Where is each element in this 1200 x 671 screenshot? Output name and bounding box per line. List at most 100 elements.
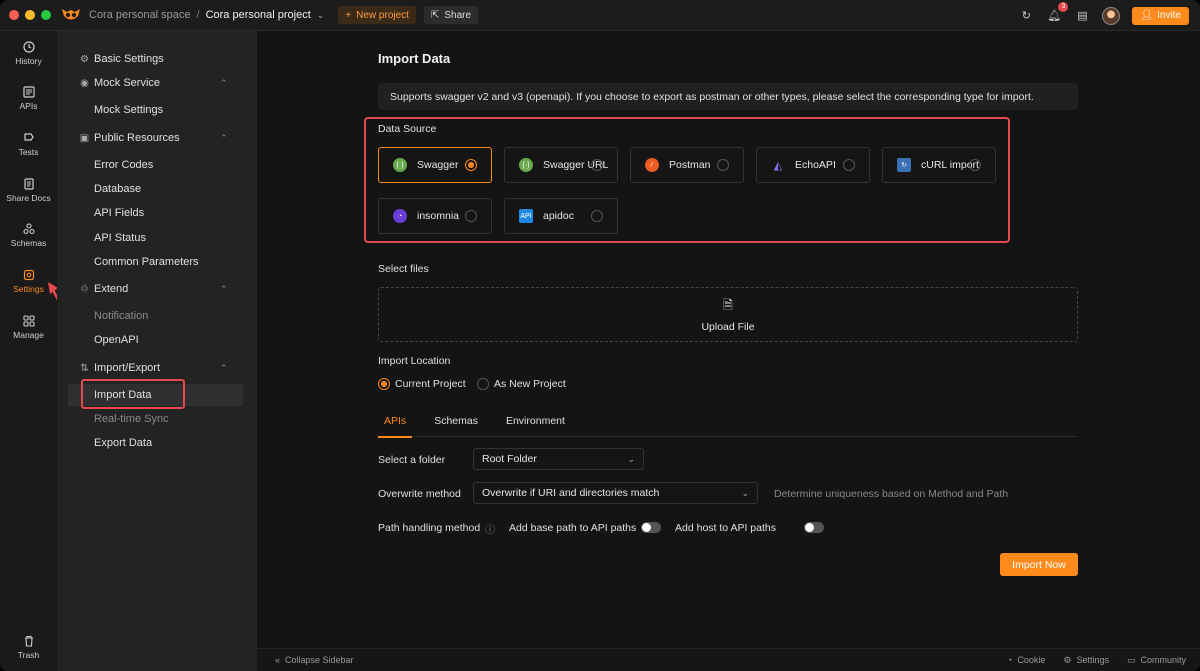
base-path-label: Add base path to API paths <box>509 522 637 534</box>
host-label: Add host to API paths <box>675 522 776 534</box>
host-toggle[interactable] <box>804 522 825 533</box>
cookie-button[interactable]: ◔ Cookie <box>1007 655 1045 665</box>
bell-icon[interactable]: 🔔︎ 3 <box>1046 1 1069 24</box>
nav-schemas[interactable]: Schemas <box>0 223 57 248</box>
sidebar-item-mock-settings[interactable]: Mock Settings <box>57 99 257 121</box>
nav-history[interactable]: History <box>0 41 57 66</box>
sidebar-group-public-resources[interactable]: ▣ Public Resources ⌃ <box>57 127 257 149</box>
radio-button[interactable] <box>843 159 855 171</box>
source-option-curl-import[interactable]: ↻ cURL import <box>882 147 996 183</box>
radio-button[interactable] <box>477 378 489 390</box>
chevron-up-icon: ⌃ <box>220 362 228 373</box>
source-name: Postman <box>669 159 711 171</box>
base-path-toggle[interactable] <box>641 522 661 533</box>
help-icon[interactable]: ⓘ <box>485 521 495 536</box>
tab-apis[interactable]: APIs <box>378 405 413 438</box>
nav-trash[interactable]: Trash <box>0 635 57 660</box>
sidebar-item-label: Notification <box>94 310 149 322</box>
location-new-project[interactable]: As New Project <box>477 378 566 390</box>
source-option-swagger-url[interactable]: {·} Swagger URL <box>504 147 618 183</box>
sidebar-item-openapi[interactable]: OpenAPI <box>57 329 257 351</box>
radio-button[interactable] <box>465 159 477 171</box>
tab-environment[interactable]: Environment <box>500 405 571 437</box>
sidebar-group-mock-service[interactable]: ◉ Mock Service ⌃ <box>57 72 257 94</box>
upload-dropzone[interactable]: 🗎︎ Upload File <box>378 287 1078 342</box>
echoapi-icon: ◭ <box>773 159 783 172</box>
workspace-breadcrumb[interactable]: Cora personal space <box>89 9 191 21</box>
maximize-window-button[interactable] <box>41 10 51 20</box>
overwrite-select[interactable]: Overwrite if URI and directories match ⌄ <box>473 482 758 504</box>
sidebar-item-label: Mock Service <box>94 77 161 89</box>
chat-icon: ▭ <box>1126 654 1136 665</box>
source-option-apidoc[interactable]: API apidoc <box>504 198 618 234</box>
radio-button[interactable] <box>717 159 729 171</box>
sidebar-item-realtime-sync[interactable]: Real-time Sync <box>57 408 257 430</box>
tab-schemas[interactable]: Schemas <box>428 405 484 437</box>
sidebar-item-error-codes[interactable]: Error Codes <box>57 154 257 176</box>
titlebar-actions: ↻ 🔔︎ 3 ▤ 👤︎ Invite <box>1018 0 1189 31</box>
radio-button[interactable] <box>591 210 603 222</box>
sidebar-group-extend[interactable]: ♲ Extend ⌃ <box>57 278 257 300</box>
sidebar-item-api-status[interactable]: API Status <box>57 227 257 249</box>
collapse-sidebar-button[interactable]: « Collapse Sidebar <box>275 655 354 665</box>
sidebar-group-import-export[interactable]: ⇅ Import/Export ⌃ <box>57 357 257 379</box>
nav-tests[interactable]: Tests <box>0 132 57 157</box>
source-option-echoapi[interactable]: ◭ EchoAPI <box>756 147 870 183</box>
api-icon <box>22 86 35 98</box>
sidebar-item-database[interactable]: Database <box>57 178 257 200</box>
trash-icon <box>24 635 33 647</box>
page-title: Import Data <box>378 51 451 66</box>
invite-label: Invite <box>1157 10 1181 21</box>
radio-button[interactable] <box>465 210 477 222</box>
source-option-postman[interactable]: ⁄ Postman <box>630 147 744 183</box>
location-current-project[interactable]: Current Project <box>378 378 466 390</box>
apidoc-icon: API <box>519 209 533 223</box>
user-plus-icon: 👤︎ <box>1140 10 1154 21</box>
sidebar-item-notification[interactable]: Notification <box>57 305 257 327</box>
location-new-label: As New Project <box>494 378 566 390</box>
sidebar-item-label: API Status <box>94 232 146 244</box>
sidebar-item-basic-settings[interactable]: ⚙ Basic Settings <box>57 48 257 70</box>
sidebar-item-label: Basic Settings <box>94 53 164 65</box>
share-button[interactable]: ⇱ Share <box>423 6 479 24</box>
project-breadcrumb[interactable]: Cora personal project <box>206 9 311 21</box>
document-icon[interactable]: ▤ <box>1074 8 1090 24</box>
invite-button[interactable]: 👤︎ Invite <box>1132 6 1189 25</box>
curl-icon: ↻ <box>897 158 911 172</box>
chevron-down-icon[interactable]: ⌄ <box>317 10 325 21</box>
sidebar-item-label: Real-time Sync <box>94 413 169 425</box>
source-option-insomnia[interactable]: ◔ insomnia <box>378 198 492 234</box>
avatar[interactable] <box>1102 6 1121 25</box>
nav-share-docs[interactable]: Share Docs <box>0 178 57 203</box>
new-project-button[interactable]: + New project <box>338 6 416 24</box>
close-window-button[interactable] <box>9 10 19 20</box>
file-upload-icon: 🗎︎ <box>723 298 733 312</box>
extend-icon: ♲ <box>80 283 89 295</box>
sidebar-item-label: Mock Settings <box>94 104 164 116</box>
import-location-label: Import Location <box>378 355 451 367</box>
sidebar-item-export-data[interactable]: Export Data <box>57 432 257 454</box>
nav-manage-label: Manage <box>13 330 44 340</box>
sidebar-item-api-fields[interactable]: API Fields <box>57 202 257 224</box>
import-now-button[interactable]: Import Now <box>1000 553 1078 576</box>
sidebar-item-common-parameters[interactable]: Common Parameters <box>57 251 257 273</box>
postman-icon: ⁄ <box>645 158 659 172</box>
sync-icon[interactable]: ↻ <box>1018 8 1034 24</box>
radio-button[interactable] <box>378 378 390 390</box>
radio-button[interactable] <box>591 159 603 171</box>
folder-select-value: Root Folder <box>482 453 537 465</box>
overwrite-hint: Determine uniqueness based on Method and… <box>774 488 1009 500</box>
source-option-swagger[interactable]: {·} Swagger <box>378 147 492 183</box>
folder-select[interactable]: Root Folder ⌄ <box>473 448 644 470</box>
footer-settings-button[interactable]: ⚙ Settings <box>1063 655 1109 666</box>
plus-icon: + <box>345 9 352 21</box>
nav-apis-label: APIs <box>19 101 38 111</box>
community-button[interactable]: ▭ Community <box>1127 655 1186 666</box>
radio-button[interactable] <box>969 159 981 171</box>
swagger-url-icon: {·} <box>519 158 533 172</box>
community-label: Community <box>1140 655 1186 665</box>
nav-trash-label: Trash <box>17 650 40 660</box>
minimize-window-button[interactable] <box>25 10 35 20</box>
cookie-icon: ◔ <box>1006 655 1013 665</box>
nav-apis[interactable]: APIs <box>0 86 57 111</box>
